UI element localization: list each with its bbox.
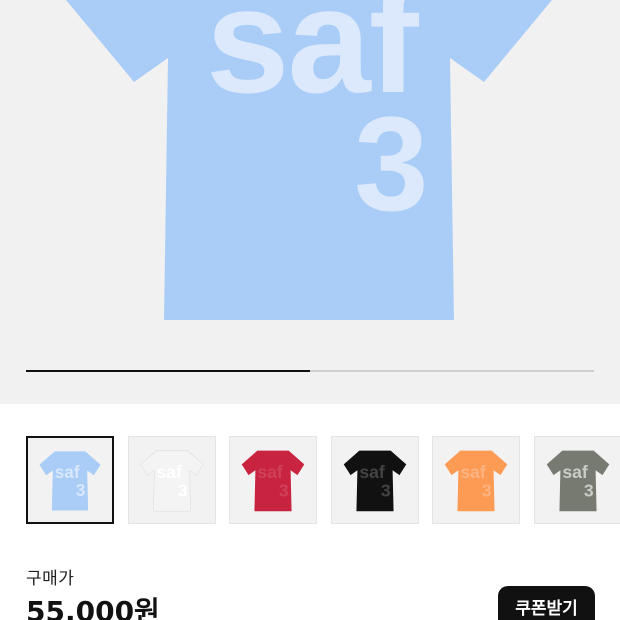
thumbnail-print-number: 3 — [279, 481, 289, 501]
carousel-progress-fill — [26, 370, 310, 372]
thumbnail-print-text: saf — [460, 462, 486, 482]
product-image: saf 3 — [66, 0, 552, 320]
tshirt-thumbnail-image: saf3 — [444, 450, 508, 512]
thumbnail-print-text: saf — [562, 462, 588, 482]
thumbnail-print-text: saf — [257, 462, 283, 482]
thumbnail-print-number: 3 — [380, 481, 390, 501]
color-thumbnail[interactable]: saf 3 — [26, 436, 114, 524]
price-value: 55,000원 — [26, 595, 160, 620]
tshirt-thumbnail-image: saf3 — [241, 450, 305, 512]
color-thumbnail[interactable]: saf 3 — [432, 436, 520, 524]
color-thumbnail[interactable]: saf 3 — [127, 436, 216, 524]
thumbnail-print-number: 3 — [583, 481, 593, 501]
color-thumbnail-list: saf 3 saf 3 saf 3 saf 3 saf 3 saf 3 — [26, 436, 620, 524]
color-thumbnail[interactable]: saf 3 — [229, 436, 317, 524]
carousel-progress-track — [26, 370, 594, 372]
tshirt-thumbnail-image: saf3 — [39, 451, 101, 511]
thumbnail-print-number: 3 — [177, 481, 187, 501]
thumbnail-print-text: saf — [156, 462, 182, 482]
tshirt-thumbnail-image: saf3 — [343, 450, 406, 512]
thumbnail-print-number: 3 — [482, 481, 492, 501]
tshirt-thumbnail-image: saf3 — [139, 450, 204, 512]
color-thumbnail[interactable]: saf 3 — [330, 436, 419, 524]
thumbnail-print-text: saf — [55, 462, 80, 482]
thumbnail-print-number: 3 — [76, 480, 86, 500]
price-label: 구매가 — [26, 569, 75, 589]
tshirt-thumbnail-image: saf3 — [546, 450, 609, 512]
get-coupon-button[interactable]: 쿠폰받기 — [498, 586, 595, 620]
product-image-carousel[interactable]: saf 3 — [0, 0, 620, 404]
color-thumbnail[interactable]: saf 3 — [533, 436, 620, 524]
thumbnail-print-text: saf — [359, 462, 385, 482]
shirt-print-number: 3 — [354, 90, 429, 239]
